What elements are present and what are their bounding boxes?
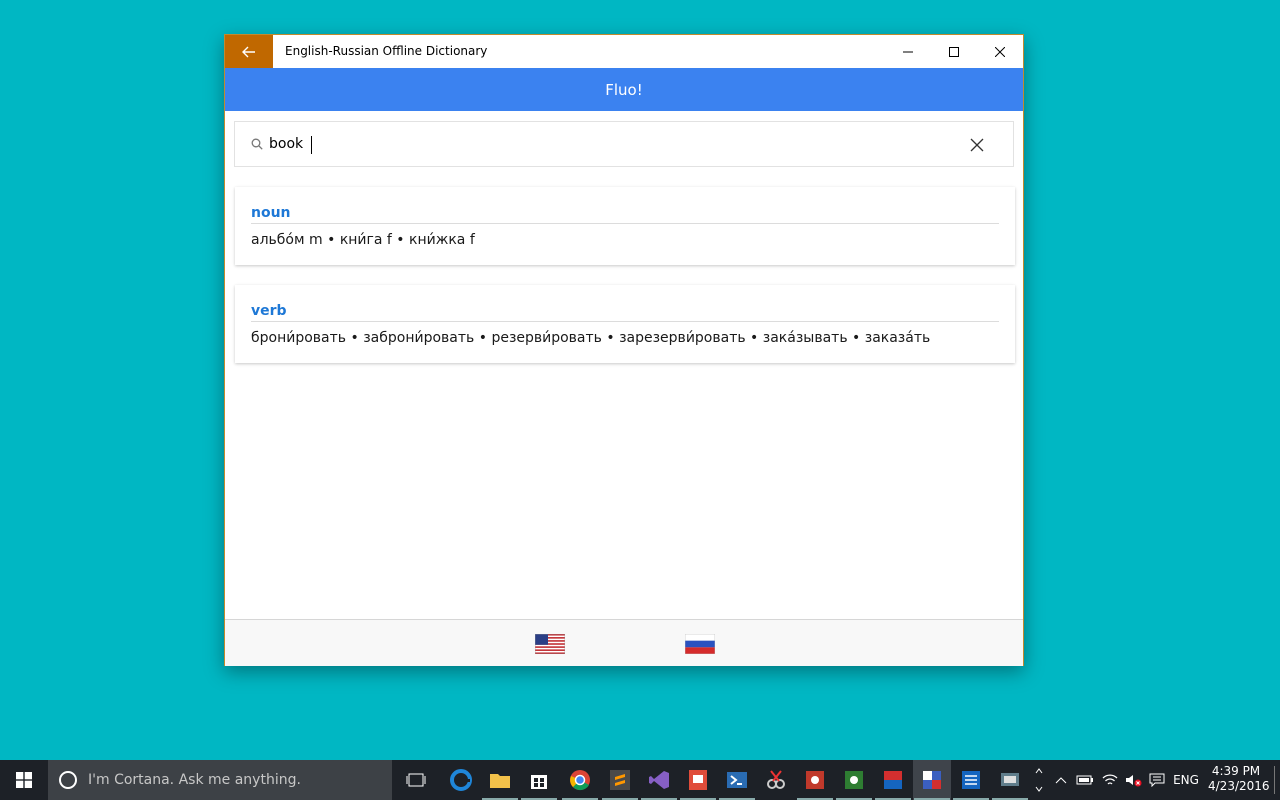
translation-item[interactable]: брони́ровать — [251, 330, 346, 346]
cortana-icon — [59, 771, 77, 789]
maximize-button[interactable] — [931, 35, 977, 68]
translation-item[interactable]: зарезерви́ровать — [619, 330, 746, 346]
action-center-icon[interactable] — [1146, 760, 1168, 800]
start-button[interactable] — [0, 760, 48, 800]
search-box[interactable] — [234, 121, 1014, 167]
clear-search-icon[interactable] — [969, 137, 985, 153]
app-window: English-Russian Offline Dictionary Fluo!… — [224, 34, 1024, 666]
close-icon — [995, 46, 1005, 57]
taskbar-scroll[interactable] — [1032, 760, 1046, 800]
edge-browser-icon[interactable] — [447, 766, 475, 794]
dictionary-app-icon[interactable] — [914, 766, 950, 800]
wifi-icon[interactable] — [1099, 760, 1121, 800]
part-of-speech-label: noun — [251, 205, 999, 224]
show-desktop-button[interactable] — [1268, 760, 1280, 800]
task-view-icon[interactable] — [402, 766, 430, 794]
chevron-up-icon — [1055, 777, 1067, 784]
translation-item[interactable]: зака́зывать — [763, 330, 848, 346]
title-bar[interactable]: English-Russian Offline Dictionary — [225, 35, 1023, 68]
flag-ru-icon[interactable] — [685, 634, 715, 654]
close-button[interactable] — [977, 35, 1023, 68]
window-title: English-Russian Offline Dictionary — [285, 44, 488, 58]
app-header: Fluo! — [225, 68, 1023, 111]
translation-list: брони́ровать • заброни́ровать • резерви́… — [251, 330, 931, 346]
volume-muted-icon[interactable] — [1122, 760, 1144, 800]
chrome-icon[interactable] — [562, 766, 598, 800]
sublime-text-icon[interactable] — [602, 766, 638, 800]
flag-us-icon[interactable] — [535, 634, 565, 654]
language-footer — [225, 619, 1023, 666]
search-icon — [251, 138, 263, 150]
result-card-verb[interactable]: verb брони́ровать • заброни́ровать • рез… — [235, 285, 1015, 363]
html-editor-icon[interactable] — [680, 766, 716, 800]
cortana-placeholder: I'm Cortana. Ask me anything. — [88, 772, 301, 788]
translation-item[interactable]: заброни́ровать — [363, 330, 474, 346]
clock-date: 4/23/2016 — [1208, 779, 1270, 793]
powershell-icon[interactable] — [719, 766, 755, 800]
minimize-button[interactable] — [885, 35, 931, 68]
app-icon-green[interactable] — [836, 766, 872, 800]
battery-icon[interactable] — [1074, 760, 1096, 800]
translation-item[interactable]: альбо́м m — [251, 232, 323, 248]
result-card-noun[interactable]: noun альбо́м m • кни́га f • кни́жка f — [235, 187, 1015, 265]
part-of-speech-label: verb — [251, 303, 999, 322]
translation-item[interactable]: кни́га f — [340, 232, 392, 248]
translation-item[interactable]: заказа́ть — [865, 330, 931, 346]
app-icon-red[interactable] — [797, 766, 833, 800]
maximize-icon — [949, 46, 959, 57]
visual-studio-icon[interactable] — [641, 766, 677, 800]
show-hidden-icons-button[interactable] — [1052, 760, 1070, 800]
translation-item[interactable]: резерви́ровать — [491, 330, 601, 346]
app-icon-screen[interactable] — [992, 766, 1028, 800]
file-explorer-icon[interactable] — [482, 766, 518, 800]
snipping-tool-icon[interactable] — [762, 766, 790, 794]
windows-icon — [16, 772, 32, 788]
cortana-search-box[interactable]: I'm Cortana. Ask me anything. — [48, 760, 392, 800]
search-input[interactable] — [269, 122, 949, 166]
taskbar: I'm Cortana. Ask me anything. ENG 4:39 P… — [0, 760, 1280, 800]
clock[interactable]: 4:39 PM 4/23/2016 — [1208, 764, 1270, 794]
text-caret — [311, 136, 312, 154]
chevron-updown-icon — [1035, 768, 1043, 792]
back-button[interactable] — [225, 35, 273, 68]
input-language[interactable]: ENG — [1170, 760, 1202, 800]
app-icon-blue-red[interactable] — [875, 766, 911, 800]
translation-item[interactable]: кни́жка f — [409, 232, 475, 248]
back-arrow-icon — [242, 46, 255, 57]
app-icon-grid[interactable] — [953, 766, 989, 800]
clock-time: 4:39 PM — [1211, 764, 1261, 778]
translation-list: альбо́м m • кни́га f • кни́жка f — [251, 232, 475, 248]
minimize-icon — [903, 51, 913, 52]
store-icon[interactable] — [521, 766, 557, 800]
